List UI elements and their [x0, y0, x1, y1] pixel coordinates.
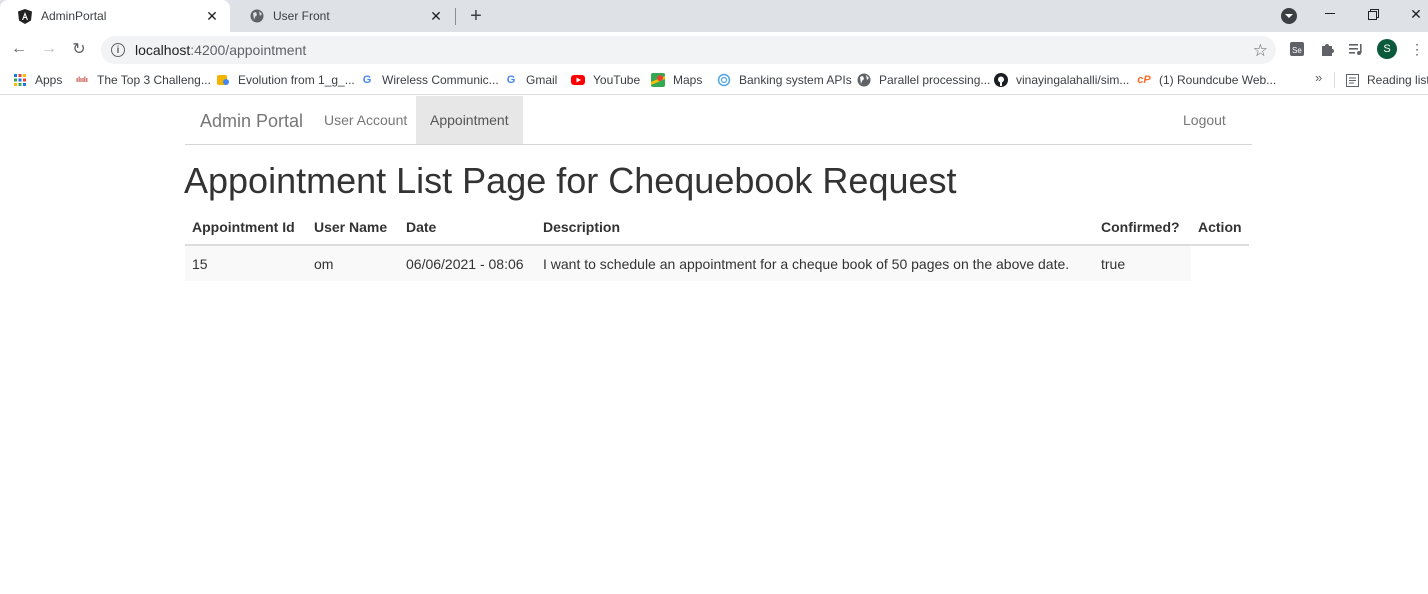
- bookmark-evolution[interactable]: Evolution from 1_g_...: [216, 72, 355, 88]
- tab-separator: [455, 8, 456, 25]
- globe-icon: [857, 73, 871, 87]
- column-header-user-name: User Name: [307, 209, 399, 246]
- bookmark-wireless[interactable]: G Wireless Communic...: [360, 72, 499, 88]
- github-icon: [994, 73, 1008, 87]
- bookmark-roundcube[interactable]: cP (1) Roundcube Web...: [1137, 72, 1276, 88]
- bookmarks-bar: Apps ılıılı The Top 3 Challeng... Evolut…: [0, 66, 1428, 95]
- url-text[interactable]: localhost:4200/appointment: [135, 42, 306, 58]
- browser-toolbar: ← → ↻ i localhost:4200/appointment ☆ Se …: [0, 32, 1428, 66]
- puzzle-extensions-icon[interactable]: [1319, 41, 1335, 57]
- angular-icon: [17, 8, 33, 24]
- tab-search-icon[interactable]: [1281, 8, 1297, 24]
- bookmark-top3[interactable]: ılıılı The Top 3 Challeng...: [75, 72, 211, 88]
- menu-kebab-icon[interactable]: ⋮: [1409, 41, 1425, 57]
- new-tab-icon[interactable]: +: [466, 6, 486, 26]
- brand-link[interactable]: Admin Portal: [200, 111, 303, 132]
- google-icon: G: [362, 74, 372, 86]
- reload-icon[interactable]: ↻: [68, 38, 90, 60]
- close-icon[interactable]: ✕: [204, 8, 220, 24]
- bookmark-youtube[interactable]: YouTube: [571, 72, 640, 88]
- cell-appointment-id: 15: [185, 244, 307, 281]
- profile-avatar[interactable]: S: [1377, 39, 1397, 59]
- logout-link[interactable]: Logout: [1169, 96, 1240, 144]
- youtube-icon: [571, 73, 585, 87]
- cpanel-icon: cP: [1137, 74, 1151, 86]
- bookmark-icon: [216, 73, 230, 87]
- cisco-icon: ılıılı: [76, 76, 88, 84]
- circle-arrows-icon: [717, 73, 731, 87]
- reading-list-button[interactable]: Reading list: [1345, 72, 1428, 88]
- globe-icon: [249, 8, 265, 24]
- column-header-date: Date: [399, 209, 536, 246]
- nav-appointment[interactable]: Appointment: [416, 96, 523, 144]
- forward-arrow-icon[interactable]: →: [38, 38, 60, 60]
- column-header-appointment-id: Appointment Id: [185, 209, 307, 246]
- bookmark-apps[interactable]: Apps: [13, 72, 62, 88]
- reading-list-icon: [1345, 73, 1359, 87]
- appointment-table: Appointment Id User Name Date Descriptio…: [185, 209, 1249, 281]
- table-header-row: Appointment Id User Name Date Descriptio…: [185, 209, 1249, 246]
- address-bar[interactable]: i localhost:4200/appointment ☆: [101, 36, 1276, 64]
- cell-date: 06/06/2021 - 08:06: [399, 244, 536, 281]
- bookmarks-separator: [1334, 72, 1335, 88]
- bookmark-star-icon[interactable]: ☆: [1253, 41, 1268, 61]
- google-icon: G: [506, 74, 516, 86]
- bookmark-maps[interactable]: Maps: [651, 72, 702, 88]
- selenium-extension-icon[interactable]: Se: [1289, 41, 1305, 57]
- bookmarks-overflow-icon[interactable]: »: [1315, 70, 1322, 85]
- cell-confirmed: true: [1094, 244, 1191, 281]
- minimize-icon[interactable]: [1320, 4, 1340, 24]
- cell-description: I want to schedule an appointment for a …: [536, 244, 1094, 281]
- back-arrow-icon[interactable]: ←: [8, 38, 30, 60]
- app-navbar: Admin Portal User Account Appointment Lo…: [185, 96, 1252, 145]
- maps-icon: [651, 73, 665, 87]
- nav-user-account[interactable]: User Account: [310, 96, 421, 144]
- media-queue-icon[interactable]: [1348, 41, 1364, 57]
- close-icon[interactable]: ✕: [428, 8, 444, 24]
- window-close-icon[interactable]: ✕: [1406, 4, 1426, 24]
- browser-tab-strip: AdminPortal ✕ User Front ✕ + ✕: [0, 0, 1428, 32]
- column-header-confirmed: Confirmed?: [1094, 209, 1191, 246]
- cell-user-name: om: [307, 244, 399, 281]
- table-row: 15 om 06/06/2021 - 08:06 I want to sched…: [185, 244, 1249, 281]
- cell-action: [1191, 244, 1249, 281]
- svg-text:Se: Se: [1292, 46, 1302, 55]
- apps-grid-icon: [13, 73, 27, 87]
- tab-adminportal[interactable]: AdminPortal ✕: [0, 0, 230, 32]
- column-header-description: Description: [536, 209, 1094, 246]
- tab-title: AdminPortal: [41, 9, 107, 23]
- bookmark-github[interactable]: vinayingalahalli/sim...: [994, 72, 1129, 88]
- tab-title: User Front: [273, 9, 330, 23]
- restore-icon[interactable]: [1363, 4, 1383, 24]
- info-icon[interactable]: i: [111, 43, 125, 57]
- bookmark-gmail[interactable]: G Gmail: [504, 72, 558, 88]
- page-title: Appointment List Page for Chequebook Req…: [184, 160, 957, 201]
- bookmark-parallel[interactable]: Parallel processing...: [857, 72, 990, 88]
- bookmark-banking-apis[interactable]: Banking system APIs: [717, 72, 852, 88]
- column-header-action: Action: [1191, 209, 1249, 246]
- tab-user-front[interactable]: User Front ✕: [232, 0, 454, 32]
